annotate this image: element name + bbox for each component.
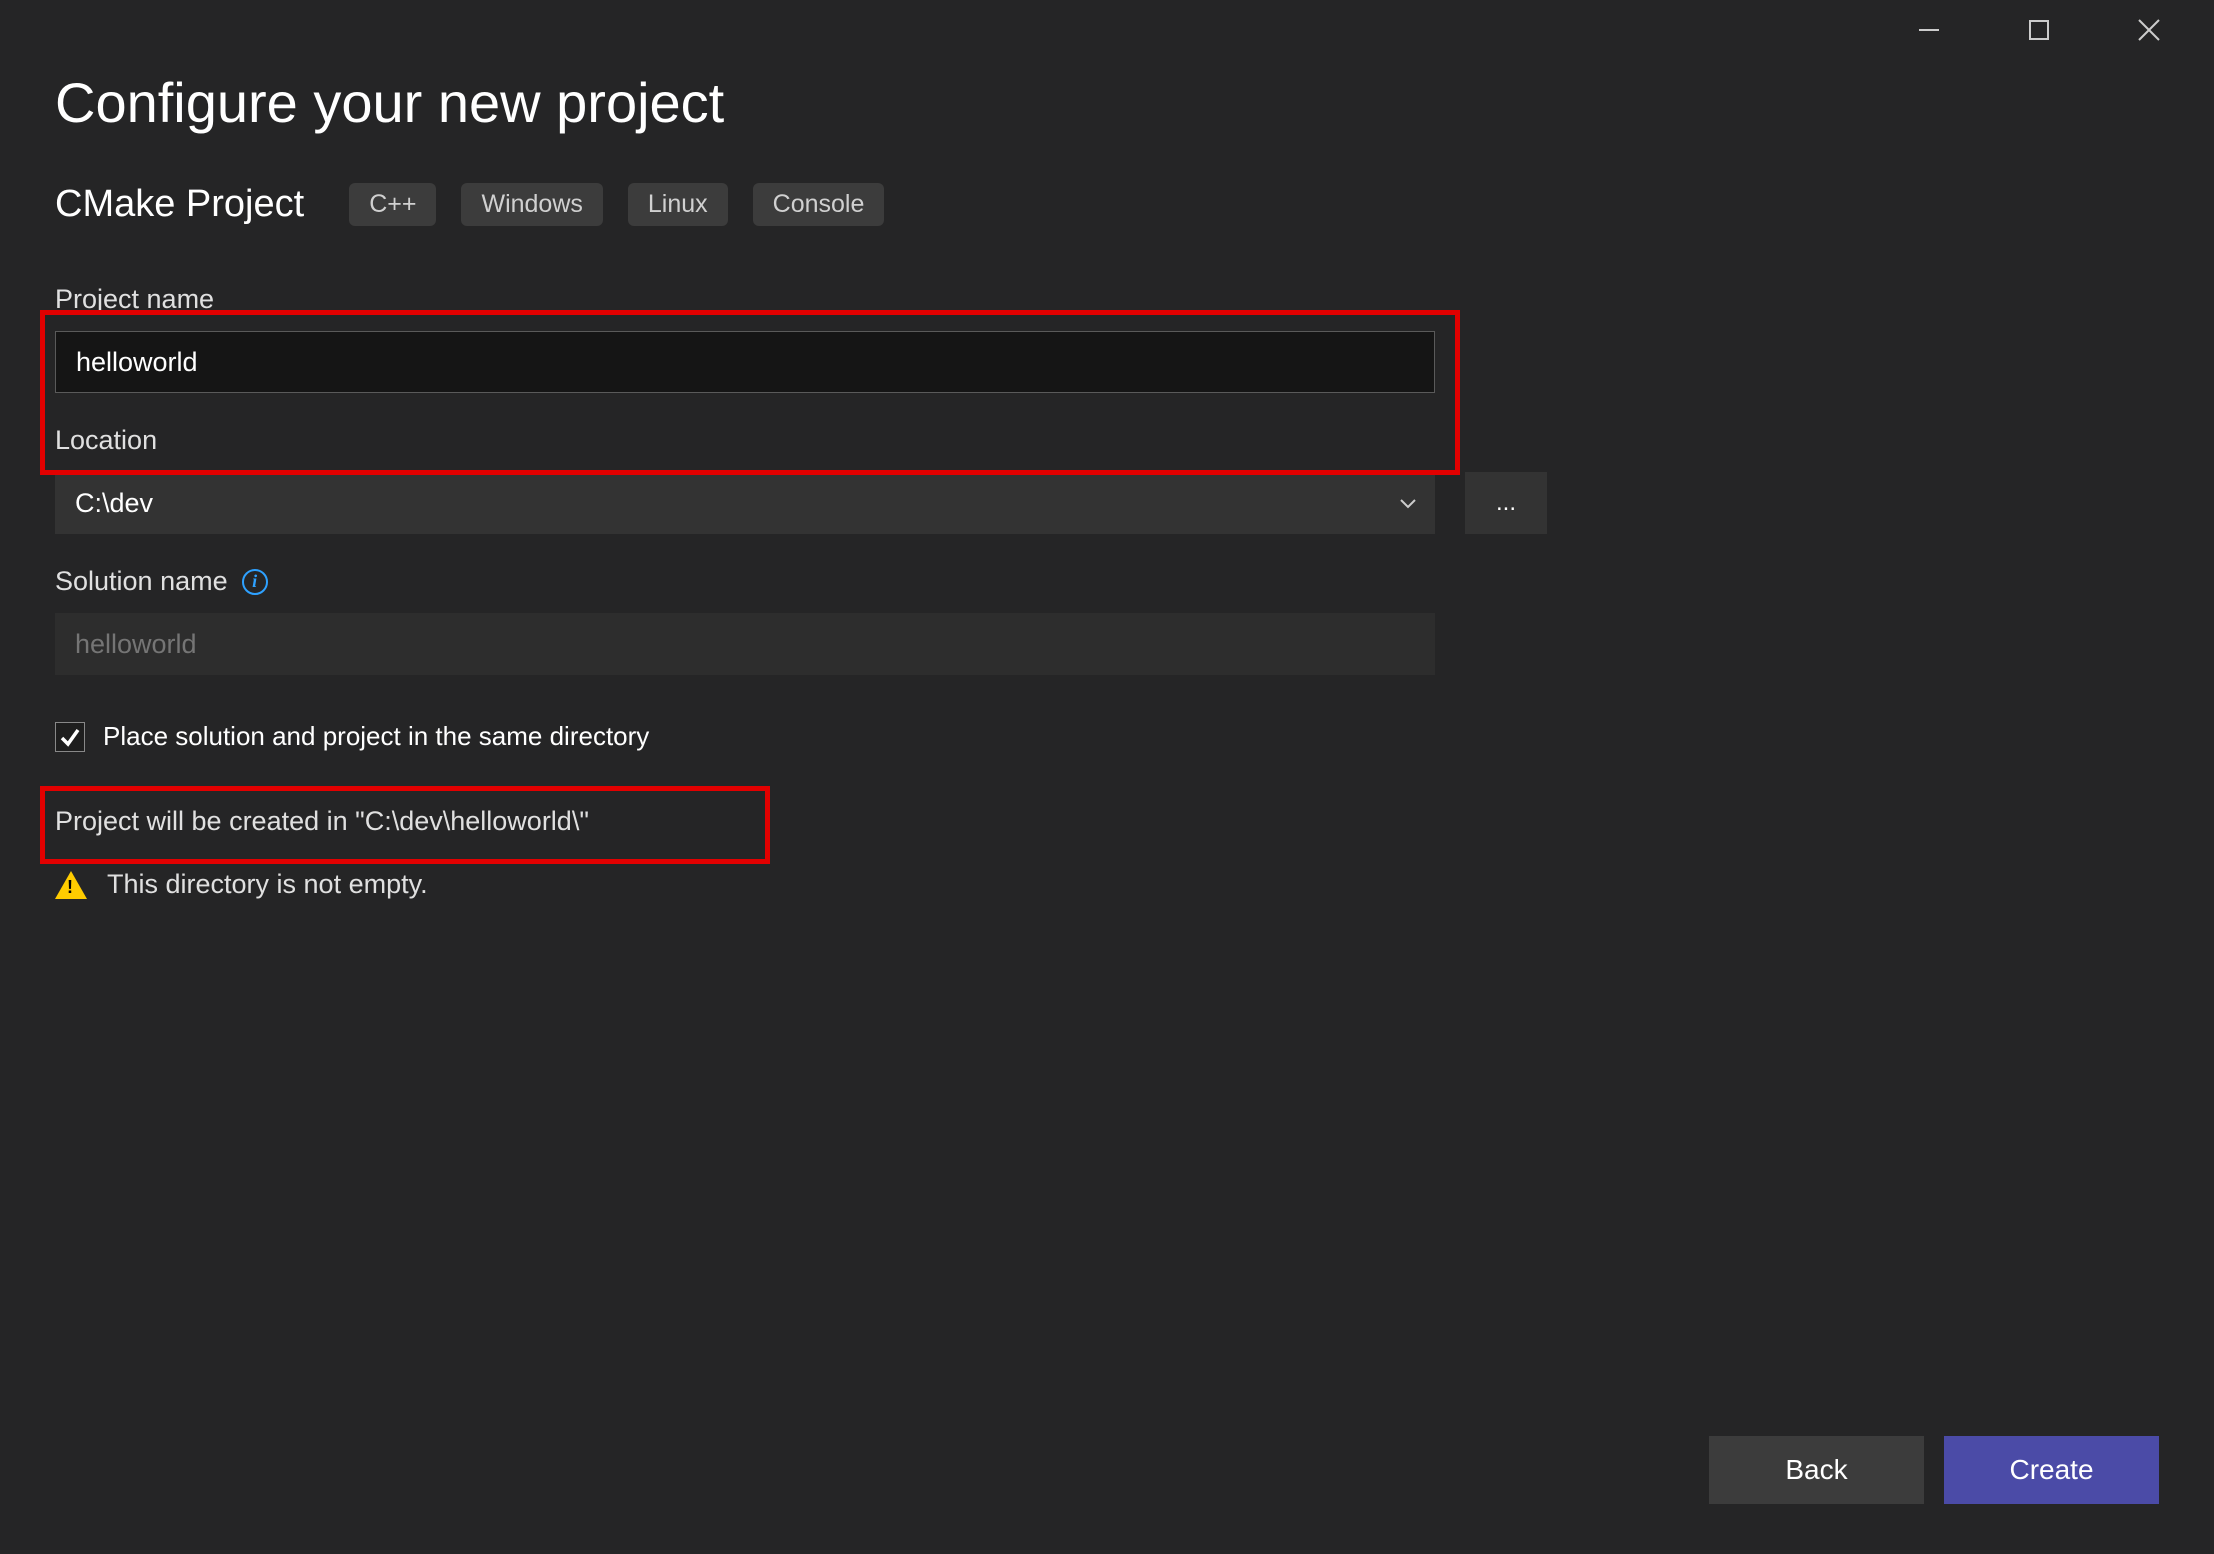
template-tag: Console	[753, 183, 885, 226]
location-label: Location	[55, 425, 2159, 456]
minimize-button[interactable]	[1894, 5, 1964, 55]
dialog-content: Configure your new project CMake Project…	[0, 0, 2214, 900]
same-dir-row[interactable]: Place solution and project in the same d…	[55, 715, 659, 758]
solution-name-label-text: Solution name	[55, 566, 228, 597]
back-button[interactable]: Back	[1709, 1436, 1924, 1504]
template-tag: C++	[349, 183, 436, 226]
location-group: Location ...	[55, 425, 2159, 534]
solution-name-group: Solution name i	[55, 566, 2159, 675]
warning-icon	[55, 871, 87, 899]
solution-name-input	[55, 613, 1435, 675]
template-row: CMake Project C++ Windows Linux Console	[55, 183, 2159, 226]
info-icon[interactable]: i	[242, 569, 268, 595]
maximize-button[interactable]	[2004, 5, 2074, 55]
same-dir-checkbox[interactable]	[55, 722, 85, 752]
close-button[interactable]	[2114, 5, 2184, 55]
window-titlebar	[1894, 0, 2214, 60]
template-tag: Linux	[628, 183, 728, 226]
same-dir-label: Place solution and project in the same d…	[103, 721, 649, 752]
minimize-icon	[1915, 16, 1943, 44]
solution-name-label: Solution name i	[55, 566, 2159, 597]
page-title: Configure your new project	[55, 70, 2159, 135]
warning-row: This directory is not empty.	[55, 869, 2159, 900]
project-name-input[interactable]	[55, 331, 1435, 393]
creation-path-text: Project will be created in "C:\dev\hello…	[55, 806, 2159, 837]
browse-button[interactable]: ...	[1465, 472, 1547, 534]
footer-buttons: Back Create	[1709, 1436, 2159, 1504]
project-name-label: Project name	[55, 284, 2159, 315]
project-name-group: Project name	[55, 284, 2159, 393]
create-button[interactable]: Create	[1944, 1436, 2159, 1504]
close-icon	[2135, 16, 2163, 44]
template-tag: Windows	[461, 183, 602, 226]
checkmark-icon	[59, 726, 81, 748]
location-input[interactable]	[55, 472, 1435, 534]
warning-text: This directory is not empty.	[107, 869, 428, 900]
maximize-icon	[2027, 18, 2051, 42]
template-name: CMake Project	[55, 183, 304, 226]
